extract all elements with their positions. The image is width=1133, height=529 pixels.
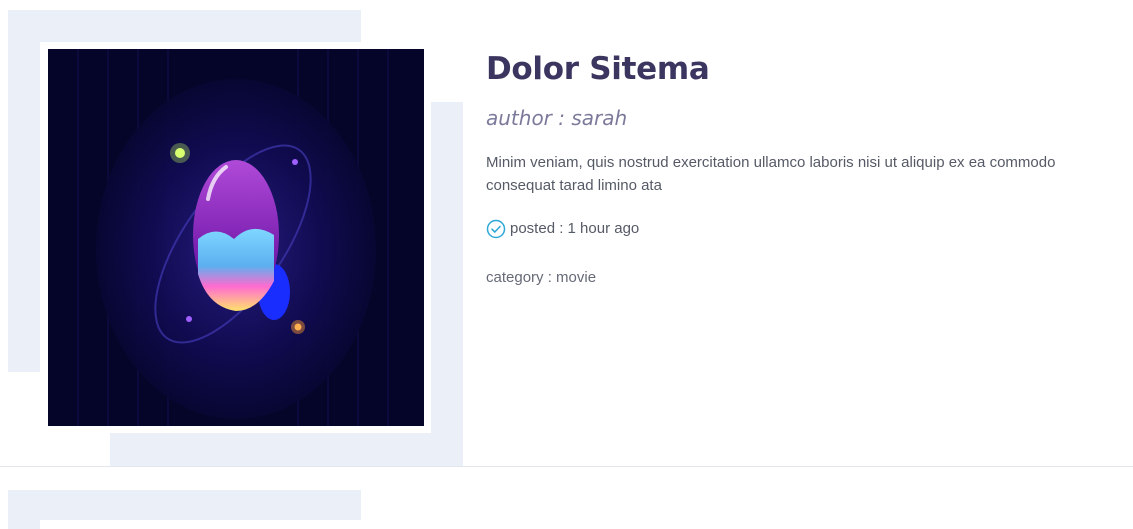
blog-post-card: Dolor Sitema author : sarah Minim veniam… — [0, 0, 1133, 466]
post-content: Dolor Sitema author : sarah Minim veniam… — [486, 48, 1106, 288]
post-thumbnail[interactable] — [48, 49, 424, 426]
posted-label: posted : 1 hour ago — [510, 220, 640, 237]
thumbnail-frame — [40, 520, 431, 529]
check-circle-icon — [486, 219, 506, 239]
blog-post-card-next — [0, 466, 1133, 529]
post-title[interactable]: Dolor Sitema — [486, 48, 1106, 90]
planet-illustration — [48, 49, 424, 426]
post-category: category : movie — [486, 269, 597, 286]
post-posted-time: posted : 1 hour ago — [486, 219, 1106, 239]
post-author: author : sarah — [486, 106, 628, 130]
post-excerpt: Minim veniam, quis nostrud exercitation … — [486, 154, 1056, 194]
